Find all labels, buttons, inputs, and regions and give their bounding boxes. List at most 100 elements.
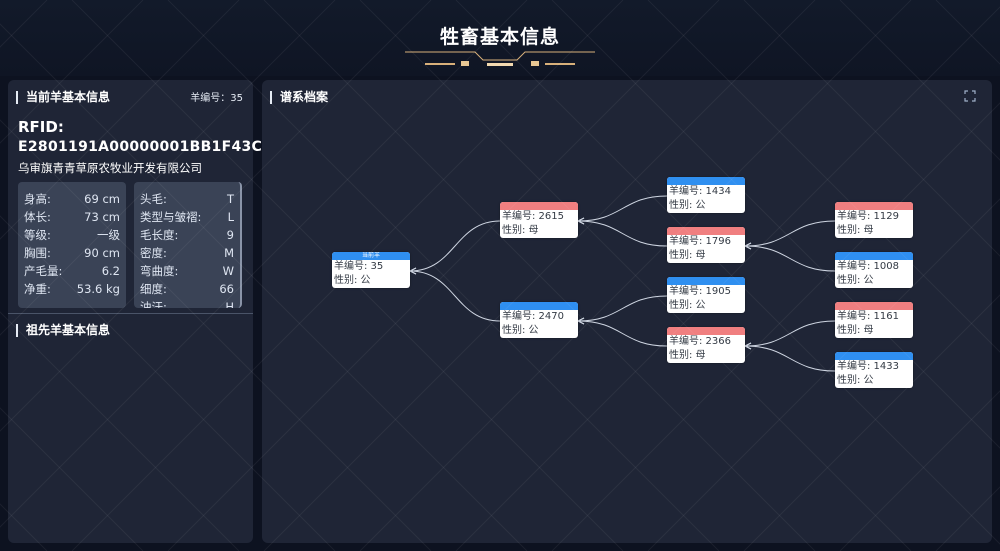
attribute-value: L	[227, 210, 234, 224]
sheep-number-value: 35	[230, 93, 243, 104]
attribute-key: 头毛:	[140, 192, 167, 206]
pedigree-link	[577, 295, 668, 322]
attribute-value: 66	[219, 282, 234, 296]
node-sex: 性别: 公	[837, 275, 874, 286]
attribute-row: 等级: 一级	[24, 226, 120, 244]
node-sex: 性别: 母	[502, 225, 539, 236]
sheep-number-label: 羊编号：	[190, 93, 231, 104]
node-header	[835, 352, 913, 360]
node-sheep-number: 羊编号: 1434	[669, 186, 731, 197]
node-header	[667, 277, 745, 285]
pedigree-node[interactable]: 羊编号: 1905 性别: 公	[667, 277, 745, 313]
attribute-value: 69 cm	[84, 192, 120, 206]
pedigree-link	[744, 345, 836, 372]
node-header	[835, 252, 913, 260]
node-sheep-number: 羊编号: 1433	[837, 361, 899, 372]
attribute-value: 53.6 kg	[76, 282, 120, 296]
node-sex: 性别: 公	[502, 325, 539, 336]
pedigree-node[interactable]: 羊编号: 1008 性别: 公	[835, 252, 913, 288]
attribute-row: 净重: 53.6 kg	[24, 280, 120, 298]
attribute-value: 9	[226, 228, 234, 242]
pedigree-node[interactable]: 当前羊 羊编号: 35 性别: 公	[332, 252, 410, 288]
pedigree-link	[409, 220, 501, 272]
pedigree-node[interactable]: 羊编号: 1796 性别: 母	[667, 227, 745, 263]
pedigree-node[interactable]: 羊编号: 1433 性别: 公	[835, 352, 913, 388]
pedigree-node[interactable]: 羊编号: 2470 性别: 公	[500, 302, 578, 338]
attribute-value: 90 cm	[84, 246, 120, 260]
pedigree-link	[577, 195, 668, 222]
attribute-value: 一级	[97, 228, 120, 242]
attribute-row: 细度: 66	[140, 280, 234, 298]
node-header	[667, 327, 745, 335]
pedigree-link	[744, 245, 836, 272]
pedigree-node[interactable]: 羊编号: 1161 性别: 母	[835, 302, 913, 338]
node-sex: 性别: 公	[669, 300, 706, 311]
attribute-row: 类型与皱褶: L	[140, 208, 234, 226]
attribute-value: H	[225, 300, 234, 308]
pedigree-node[interactable]: 羊编号: 2615 性别: 母	[500, 202, 578, 238]
node-sex: 性别: 公	[669, 200, 706, 211]
node-header	[667, 227, 745, 235]
attribute-row: 油汗: H	[140, 298, 234, 308]
rfid-label: RFID:	[18, 118, 64, 136]
attribute-row: 身高: 69 cm	[24, 190, 120, 208]
pedigree-node[interactable]: 羊编号: 1434 性别: 公	[667, 177, 745, 213]
attribute-value: W	[222, 264, 234, 278]
pedigree-link	[744, 320, 836, 347]
node-sex: 性别: 母	[669, 250, 706, 261]
node-header: 当前羊	[332, 252, 410, 260]
node-header	[835, 302, 913, 310]
attribute-key: 毛长度:	[140, 228, 179, 242]
node-sheep-number: 羊编号: 1008	[837, 261, 899, 272]
pedigree-link	[409, 270, 501, 322]
attribute-key: 产毛量:	[24, 264, 63, 278]
rfid-value: E2801191A00000001BB1F43C	[18, 139, 263, 155]
node-sex: 性别: 母	[837, 225, 874, 236]
attribute-key: 弯曲度:	[140, 264, 179, 278]
pedigree-link	[577, 320, 668, 347]
node-header	[500, 302, 578, 310]
attribute-key: 细度:	[140, 282, 167, 296]
node-sex: 性别: 公	[334, 275, 371, 286]
attribute-key: 类型与皱褶:	[140, 210, 202, 224]
attribute-box-right[interactable]: 头毛: T 类型与皱褶: L 毛长度: 9 密度: M 弯曲度: W 细度: 66 油汗: H	[134, 182, 242, 308]
node-sheep-number: 羊编号: 2615	[502, 211, 564, 222]
ancestor-title: 祖先羊基本信息	[16, 324, 110, 337]
pedigree-node[interactable]: 羊编号: 1129 性别: 母	[835, 202, 913, 238]
node-sheep-number: 羊编号: 2366	[669, 336, 731, 347]
attribute-row: 弯曲度: W	[140, 262, 234, 280]
current-sheep-title: 当前羊基本信息	[16, 91, 110, 104]
node-sheep-number: 羊编号: 1129	[837, 211, 899, 222]
attribute-key: 等级:	[24, 228, 51, 242]
attribute-key: 净重:	[24, 282, 51, 296]
panel-divider	[8, 313, 253, 314]
attribute-key: 身高:	[24, 192, 51, 206]
pedigree-link	[744, 220, 836, 247]
attribute-row: 密度: M	[140, 244, 234, 262]
pedigree-link	[577, 220, 668, 247]
current-sheep-panel: 当前羊基本信息 羊编号：35 RFID: E2801191A00000001BB…	[8, 80, 262, 543]
sheep-number: 羊编号：35	[190, 89, 243, 104]
attribute-key: 油汗:	[140, 300, 167, 308]
attribute-row: 产毛量: 6.2	[24, 262, 120, 280]
attribute-value: 6.2	[101, 264, 120, 278]
attribute-key: 密度:	[140, 246, 167, 260]
attribute-key: 体长:	[24, 210, 51, 224]
node-sheep-number: 羊编号: 2470	[502, 311, 564, 322]
pedigree-node[interactable]: 羊编号: 2366 性别: 母	[667, 327, 745, 363]
node-sex: 性别: 母	[669, 350, 706, 361]
attribute-row: 胸围: 90 cm	[24, 244, 120, 262]
node-sheep-number: 羊编号: 1161	[837, 311, 899, 322]
company-name: 乌审旗青青草原农牧业开发有限公司	[18, 161, 202, 175]
node-header	[500, 202, 578, 210]
node-sex: 性别: 公	[837, 375, 874, 386]
page-title: 牲畜基本信息	[439, 26, 560, 48]
node-sheep-number: 羊编号: 1905	[669, 286, 731, 297]
node-header	[835, 202, 913, 210]
node-sheep-number: 羊编号: 35	[334, 261, 384, 272]
attribute-key: 胸围:	[24, 246, 51, 260]
node-sheep-number: 羊编号: 1796	[669, 236, 731, 247]
attribute-row: 头毛: T	[140, 190, 234, 208]
attribute-value: 73 cm	[84, 210, 120, 224]
node-sex: 性别: 母	[837, 325, 874, 336]
